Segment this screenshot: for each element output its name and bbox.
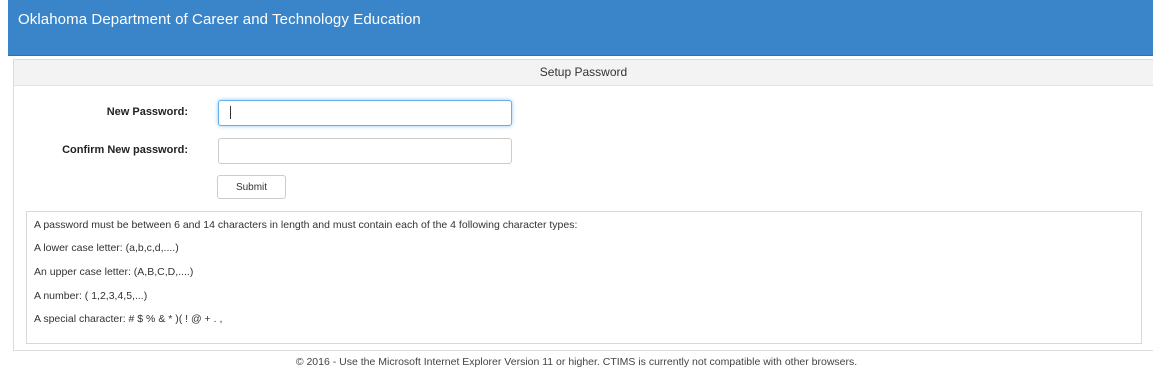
panel-title: Setup Password bbox=[539, 65, 628, 79]
app-header: Oklahoma Department of Career and Techno… bbox=[8, 0, 1153, 56]
password-rules-box: A password must be between 6 and 14 char… bbox=[26, 211, 1142, 344]
submit-button[interactable]: Submit bbox=[217, 175, 286, 199]
app-title: Oklahoma Department of Career and Techno… bbox=[18, 11, 421, 28]
footer-text: © 2016 - Use the Microsoft Internet Expl… bbox=[295, 356, 858, 368]
new-password-label: New Password: bbox=[106, 106, 188, 118]
confirm-password-field[interactable] bbox=[218, 138, 512, 164]
panel-header: Setup Password bbox=[14, 60, 1153, 86]
rule-lowercase: A lower case letter: (a,b,c,d,....) bbox=[34, 242, 179, 254]
text-cursor bbox=[230, 106, 231, 119]
confirm-password-label: Confirm New password: bbox=[62, 144, 188, 156]
rule-number: A number: ( 1,2,3,4,5,...) bbox=[34, 290, 148, 302]
rules-intro: A password must be between 6 and 14 char… bbox=[34, 219, 578, 231]
rule-special-character: A special character: # $ % & * )( ! @ + … bbox=[34, 313, 223, 325]
new-password-field[interactable] bbox=[218, 100, 512, 126]
rule-uppercase: An upper case letter: (A,B,C,D,....) bbox=[34, 266, 194, 278]
